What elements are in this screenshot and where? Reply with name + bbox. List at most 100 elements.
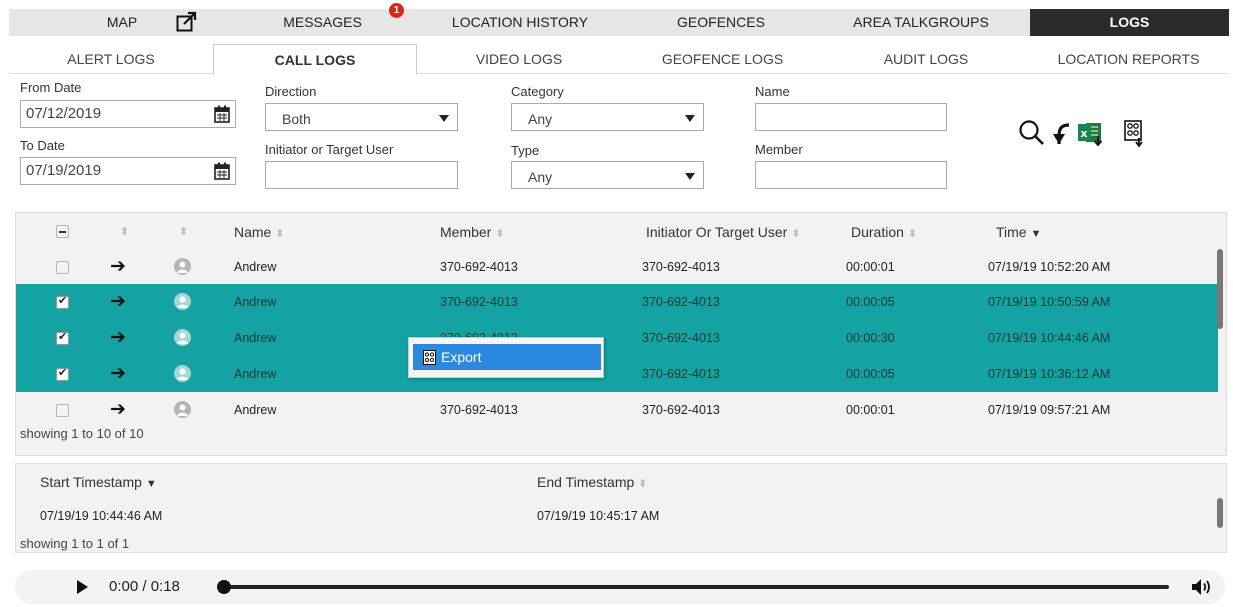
cell-duration: 00:00:05: [846, 295, 895, 309]
play-icon[interactable]: [77, 580, 88, 594]
reset-icon[interactable]: [1050, 118, 1072, 148]
cell-member: 370-692-4013: [440, 260, 518, 274]
nav-tab-messages[interactable]: MESSAGES: [235, 9, 410, 36]
nav-tab-geofences[interactable]: GEOFENCES: [630, 9, 812, 36]
calls-scrollbar[interactable]: [1217, 249, 1223, 329]
col-initiator-label: Initiator Or Target User: [646, 224, 788, 240]
excel-export-icon[interactable]: x: [1076, 118, 1106, 148]
initiator-field[interactable]: [265, 161, 458, 189]
table-row[interactable]: ➔ Andrew 370-692-4013 00:00:05 07/19/19 …: [16, 356, 1218, 392]
audio-seek-bar[interactable]: [227, 585, 1169, 589]
initiator-label: Initiator or Target User: [265, 142, 394, 157]
table-row[interactable]: ➔ Andrew 370-692-4013 370-692-4013 00:00…: [16, 249, 1218, 285]
cell-duration: 00:00:05: [846, 367, 895, 381]
tab-video-logs[interactable]: VIDEO LOGS: [417, 44, 621, 74]
tab-audit-logs[interactable]: AUDIT LOGS: [824, 44, 1028, 74]
avatar-icon: [174, 293, 191, 310]
row-checkbox[interactable]: [56, 404, 69, 417]
to-date-value: 07/19/2019: [26, 162, 102, 179]
arrow-right-icon: ➔: [110, 326, 126, 348]
export-menu-item[interactable]: Export: [413, 344, 601, 370]
nav-tab-logs[interactable]: LOGS: [1030, 9, 1229, 36]
col-time-label: Time: [996, 224, 1027, 240]
cell-time: 07/19/19 10:36:12 AM: [988, 367, 1111, 381]
segments-scrollbar[interactable]: [1217, 498, 1223, 528]
type-value: Any: [528, 169, 553, 185]
category-value: Any: [528, 111, 553, 127]
member-field[interactable]: [755, 161, 947, 189]
cell-initiator: 370-692-4013: [642, 260, 720, 274]
popout-icon[interactable]: [173, 9, 203, 36]
cell-time: 07/19/19 10:50:59 AM: [988, 295, 1111, 309]
cell-time: 07/19/19 09:57:21 AM: [988, 403, 1111, 417]
member-label: Member: [755, 142, 803, 157]
from-date-field[interactable]: 07/12/2019: [20, 100, 236, 128]
cell-name: Andrew: [234, 403, 277, 417]
col-name-header[interactable]: Name ⬍: [234, 224, 284, 240]
col-duration-header[interactable]: Duration ⬍: [851, 224, 917, 240]
nav-tab-area-talkgroups[interactable]: AREA TALKGROUPS: [812, 9, 1030, 36]
calendar-icon[interactable]: [214, 105, 230, 123]
chevron-down-icon: [685, 115, 695, 122]
tab-call-logs[interactable]: CALL LOGS: [213, 44, 417, 75]
arrow-right-icon: ➔: [110, 255, 126, 277]
nav-tab-geofences-label: GEOFENCES: [677, 14, 765, 30]
col-end-label: End Timestamp: [537, 474, 635, 490]
call-logs-table: ⬍ ⬍ Name ⬍ Member ⬍ Initiator Or Target …: [15, 212, 1227, 456]
row-checkbox[interactable]: [56, 261, 69, 274]
nav-tab-area-talkgroups-label: AREA TALKGROUPS: [853, 14, 989, 30]
sort-desc-icon: ▼: [145, 478, 157, 490]
direction-label: Direction: [265, 84, 317, 99]
to-date-field[interactable]: 07/19/2019: [20, 157, 236, 185]
row-checkbox[interactable]: [56, 330, 69, 345]
col-time-header[interactable]: Time ▼: [996, 224, 1041, 240]
tab-alert-logs[interactable]: ALERT LOGS: [9, 44, 213, 74]
table-row[interactable]: 07/19/19 10:44:46 AM 07/19/19 10:45:17 A…: [16, 502, 1206, 538]
nav-tab-logs-label: LOGS: [1109, 14, 1150, 30]
sort-icon: ⬍: [907, 228, 918, 240]
name-label: Name: [755, 84, 790, 99]
calendar-icon[interactable]: [214, 162, 230, 180]
sort-icon[interactable]: ⬍: [179, 225, 188, 238]
select-all-checkbox[interactable]: [56, 225, 69, 238]
tab-location-reports[interactable]: LOCATION REPORTS: [1028, 44, 1229, 74]
export-icon[interactable]: [1122, 118, 1146, 148]
col-member-header[interactable]: Member ⬍: [440, 224, 504, 240]
cell-duration: 00:00:01: [846, 403, 895, 417]
name-field[interactable]: [755, 103, 947, 131]
type-label: Type: [511, 143, 540, 158]
search-icon[interactable]: [1018, 118, 1048, 148]
arrow-right-icon: ➔: [110, 398, 126, 420]
type-select[interactable]: Any: [511, 161, 704, 189]
table-row[interactable]: ➔ Andrew 370-692-4013 370-692-4013 00:00…: [16, 284, 1218, 320]
category-select[interactable]: Any: [511, 103, 704, 131]
direction-value: Both: [282, 111, 311, 127]
col-end-header[interactable]: End Timestamp ⬍: [537, 474, 647, 490]
direction-select[interactable]: Both: [265, 103, 458, 131]
cell-name: Andrew: [234, 295, 277, 309]
table-row[interactable]: ➔ Andrew 370-692-4013 370-692-4013 00:00…: [16, 392, 1218, 428]
audio-time: 0:00 / 0:18: [109, 578, 180, 595]
sort-icon[interactable]: ⬍: [120, 225, 129, 238]
minus-icon: [59, 231, 66, 233]
sort-icon: ⬍: [638, 478, 648, 490]
row-checkbox[interactable]: [56, 294, 69, 309]
row-checkbox[interactable]: [56, 366, 69, 381]
context-menu: Export: [408, 337, 604, 378]
audio-seek-handle[interactable]: [217, 580, 231, 594]
to-date-label: To Date: [20, 138, 65, 153]
chevron-down-icon: [685, 173, 695, 180]
export-icon: [423, 350, 436, 365]
cell-initiator: 370-692-4013: [642, 295, 720, 309]
volume-icon[interactable]: [1191, 578, 1213, 596]
nav-tab-location-history[interactable]: LOCATION HISTORY: [410, 9, 630, 36]
cell-name: Andrew: [234, 331, 277, 345]
col-start-header[interactable]: Start Timestamp ▼: [40, 474, 157, 490]
table-row[interactable]: ➔ Andrew 370-692-4013 370-692-4013 00:00…: [16, 320, 1218, 356]
chevron-down-icon: [439, 115, 449, 122]
cell-duration: 00:00:30: [846, 331, 895, 345]
tab-geofence-logs[interactable]: GEOFENCE LOGS: [621, 44, 824, 74]
col-member-label: Member: [440, 224, 492, 240]
col-initiator-header[interactable]: Initiator Or Target User ⬍: [646, 224, 800, 240]
nav-tab-messages-label: MESSAGES: [283, 14, 362, 30]
